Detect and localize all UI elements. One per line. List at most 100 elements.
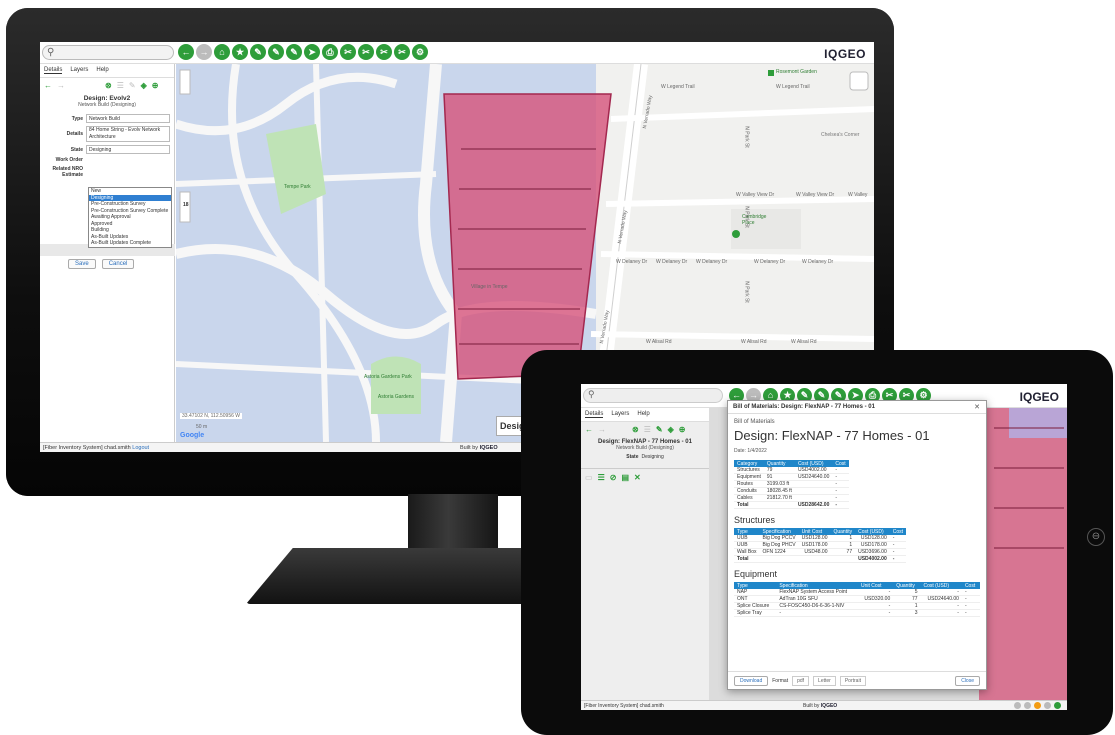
forward-arrow-icon[interactable]: → bbox=[598, 425, 606, 434]
close-icon[interactable]: ✕ bbox=[634, 473, 641, 482]
table-cell: - bbox=[920, 609, 962, 618]
list-icon[interactable]: ☰ bbox=[598, 473, 605, 482]
type-select[interactable]: Network Build bbox=[86, 114, 170, 123]
table-cell: - bbox=[920, 602, 962, 611]
cancel-icon[interactable]: ⊘ bbox=[610, 473, 617, 482]
forward-arrow-icon[interactable]: → bbox=[57, 81, 65, 90]
object-subtitle: Network Build (Designing) bbox=[78, 102, 136, 108]
table-cell: - bbox=[889, 541, 907, 550]
table-cell: USD48.00 bbox=[798, 548, 831, 557]
close-icon[interactable]: ✕ bbox=[974, 403, 980, 411]
compass-icon[interactable]: ◈ bbox=[668, 425, 674, 434]
toolbar-icon-8[interactable]: ⎙ bbox=[322, 44, 338, 60]
toolbar-icon-10[interactable]: ✂ bbox=[358, 44, 374, 60]
details-field[interactable]: 84 Home String - Evolv Network Architect… bbox=[86, 126, 170, 142]
zoom-level: 18 bbox=[183, 202, 189, 208]
tablet-object-subtitle: Network Build (Designing) bbox=[616, 445, 674, 451]
list-icon[interactable]: ☰ bbox=[117, 81, 124, 90]
table-row: Total USD28642.00- bbox=[734, 501, 849, 510]
save-button[interactable]: Save bbox=[68, 259, 96, 269]
edit-icon[interactable]: ✎ bbox=[129, 81, 136, 90]
tablet-home-button-icon[interactable]: ⊖ bbox=[1087, 528, 1105, 546]
toolbar-icon-3[interactable]: ★ bbox=[232, 44, 248, 60]
toolbar-icon-9[interactable]: ✂ bbox=[340, 44, 356, 60]
tab-help[interactable]: Help bbox=[637, 411, 649, 418]
table-cell: 3199.03 ft bbox=[763, 480, 795, 489]
edit-icon[interactable]: ✎ bbox=[656, 425, 663, 434]
form-icon[interactable]: ▤ bbox=[621, 473, 629, 482]
table-cell bbox=[794, 487, 833, 496]
tab-help[interactable]: Help bbox=[96, 67, 108, 74]
table-cell: - bbox=[961, 609, 980, 618]
toolbar-icon-0[interactable]: ← bbox=[178, 44, 194, 60]
toolbar-icon-2[interactable]: ⌂ bbox=[214, 44, 230, 60]
close-button[interactable]: Close bbox=[955, 675, 980, 686]
map-label-legend-trail-2: W Legend Trail bbox=[776, 84, 810, 90]
map-label-valley-view-1: W Valley View Dr bbox=[736, 192, 775, 198]
status-indicators bbox=[1014, 702, 1061, 709]
tab-details[interactable]: Details bbox=[585, 411, 604, 418]
table-cell bbox=[763, 501, 795, 510]
zoom-icon[interactable]: ⊕ bbox=[679, 425, 686, 434]
table-cell: Big Dog PHCV bbox=[759, 541, 799, 550]
back-arrow-icon[interactable]: ← bbox=[44, 81, 52, 90]
tab-layers[interactable]: Layers bbox=[611, 411, 629, 418]
close-circle-icon[interactable]: ⊗ bbox=[105, 81, 112, 90]
table-cell: Conduits bbox=[734, 487, 764, 496]
map-label-valley-view-3: W Valley bbox=[848, 192, 868, 198]
map-label-tempe-park: Tempe Park bbox=[284, 184, 311, 190]
type-label: Type bbox=[71, 115, 83, 122]
state-dropdown-list[interactable]: New Designing Pre-Construction Survey Pre-C… bbox=[88, 187, 172, 248]
toolbar-icon-1[interactable]: → bbox=[196, 44, 212, 60]
map-label-legend-trail-1: W Legend Trail bbox=[661, 84, 695, 90]
toolbar-icon-11[interactable]: ✂ bbox=[376, 44, 392, 60]
tab-layers[interactable]: Layers bbox=[70, 67, 88, 74]
download-button[interactable]: Download bbox=[734, 675, 769, 686]
table-cell: 1 bbox=[893, 602, 921, 611]
toolbar-icon-4[interactable]: ✎ bbox=[250, 44, 266, 60]
tablet-search-input[interactable]: ⚲ bbox=[583, 388, 723, 403]
toolbar-icon-6[interactable]: ✎ bbox=[286, 44, 302, 60]
close-circle-icon[interactable]: ⊗ bbox=[632, 425, 639, 434]
state-option[interactable]: As-Built Updates Complete bbox=[89, 240, 171, 247]
table-row: Cables 21812.70 ft - bbox=[734, 494, 849, 503]
compass-icon[interactable]: ◈ bbox=[141, 81, 147, 90]
column-header: Quantity bbox=[830, 528, 856, 536]
table-cell: Total bbox=[734, 555, 760, 564]
folder-icon[interactable]: ▭ bbox=[585, 473, 593, 482]
toolbar-icon-12[interactable]: ✂ bbox=[394, 44, 410, 60]
table-cell: USD178.00 bbox=[855, 541, 890, 550]
toolbar-icon-13[interactable]: ⚙ bbox=[412, 44, 428, 60]
paper-size-select[interactable]: Letter bbox=[813, 675, 836, 686]
toolbar-icon-7[interactable]: ➤ bbox=[304, 44, 320, 60]
zoom-icon[interactable]: ⊕ bbox=[152, 81, 159, 90]
table-row: Splice Closure CS-FOSC450-D6-6-36-1-NIV -1… bbox=[734, 602, 980, 611]
search-icon: ⚲ bbox=[588, 389, 595, 399]
list-icon[interactable]: ☰ bbox=[644, 425, 651, 434]
table-cell: Structures bbox=[734, 467, 764, 475]
format-select[interactable]: pdf bbox=[792, 675, 810, 686]
table-cell bbox=[798, 555, 831, 564]
cancel-button[interactable]: Cancel bbox=[101, 259, 135, 269]
table-cell: USD3696.00 bbox=[855, 548, 890, 557]
table-row: Equipment 91 USD24640.00- bbox=[734, 473, 849, 482]
table-cell: - bbox=[961, 589, 980, 597]
table-row: Total USD4002.00- bbox=[734, 555, 907, 564]
table-cell: USD4002.00 bbox=[855, 555, 890, 564]
state-select[interactable]: Designing bbox=[86, 145, 170, 154]
table-cell: Total bbox=[734, 501, 764, 510]
column-header: Specification bbox=[759, 528, 799, 536]
tab-details[interactable]: Details bbox=[44, 67, 63, 74]
tablet-details-panel: Details Layers Help ← → ⊗ ☰ ✎ ◈ ⊕ Design… bbox=[581, 408, 709, 700]
search-input[interactable]: ⚲ bbox=[42, 45, 174, 60]
dialog-title: Bill of Materials: Design: FlexNAP - 77 … bbox=[733, 404, 875, 410]
back-arrow-icon[interactable]: ← bbox=[585, 425, 593, 434]
built-by-brand: IQGEO bbox=[479, 445, 498, 451]
toolbar-icon-5[interactable]: ✎ bbox=[268, 44, 284, 60]
work-order-label: Work Order bbox=[55, 157, 83, 163]
column-header: Unit Cost bbox=[857, 582, 894, 590]
top-toolbar: ⚲ ← → ⌂ ★ ✎ ✎ ✎ ➤ ⎙ ✂ ✂ ✂ ✂ ⚙ IQGEO bbox=[40, 42, 874, 64]
logout-link[interactable]: Logout bbox=[132, 445, 149, 451]
orientation-select[interactable]: Portrait bbox=[839, 675, 866, 686]
column-header: Unit Cost bbox=[798, 528, 831, 536]
